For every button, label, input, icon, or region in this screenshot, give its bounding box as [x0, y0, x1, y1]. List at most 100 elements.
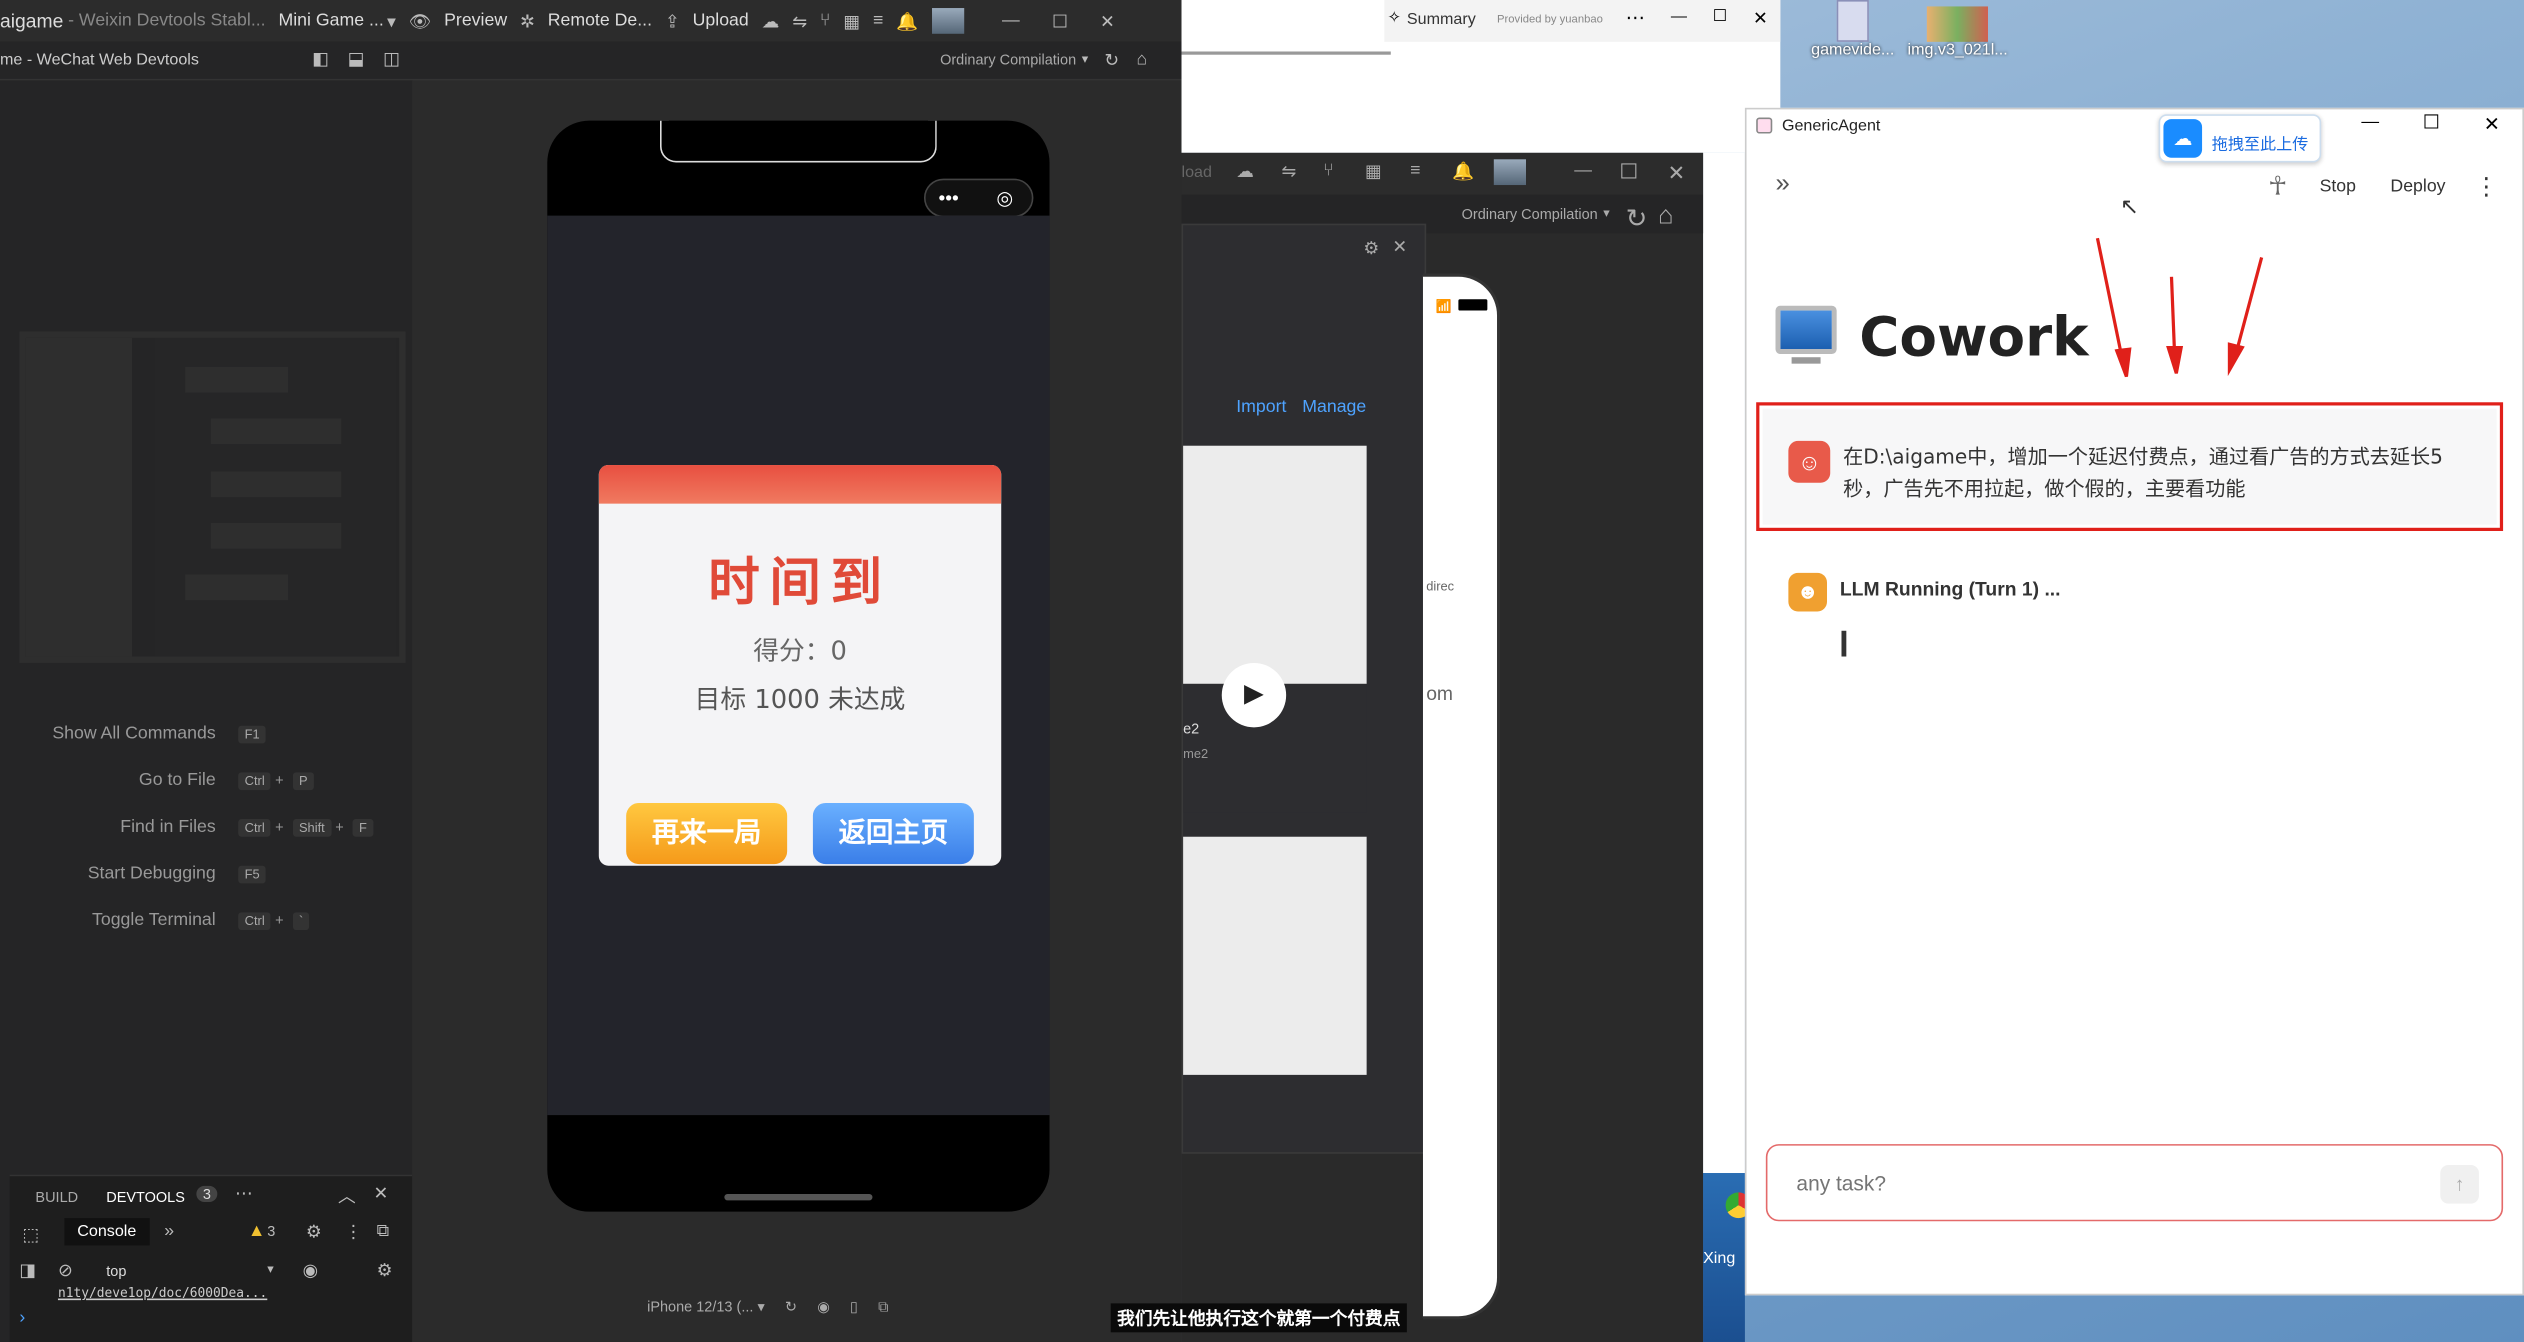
- avatar[interactable]: [1493, 159, 1526, 186]
- minimize-icon[interactable]: —: [2361, 113, 2379, 132]
- close-panel-icon[interactable]: ✕: [373, 1183, 388, 1203]
- cloud-icon[interactable]: ☁: [762, 10, 780, 31]
- highlight-box: ☺ 在D:\aigame中，增加一个延迟付费点，通过看广告的方式去延长5秒，广告…: [1756, 402, 2504, 532]
- split-toggle-icon[interactable]: ◫: [383, 48, 400, 69]
- maximize-icon[interactable]: ☐: [1713, 8, 1727, 26]
- swap-icon[interactable]: ⇋: [1281, 161, 1296, 182]
- command-item[interactable]: Go to File Ctrl + P: [0, 771, 402, 797]
- accessibility-icon[interactable]: ☥: [2268, 171, 2287, 203]
- sidebar-toggle-icon[interactable]: ◧: [312, 48, 329, 69]
- command-item[interactable]: Start Debugging F5: [0, 864, 402, 890]
- swap-icon[interactable]: ⇋: [792, 10, 807, 31]
- import-link[interactable]: Import: [1236, 397, 1286, 416]
- upload-drop-badge[interactable]: ☁ 拖拽至此上传: [2158, 114, 2322, 163]
- inspect-icon[interactable]: ⬚: [23, 1225, 40, 1245]
- minimize-icon[interactable]: —: [1671, 8, 1687, 26]
- project-card[interactable]: [1183, 836, 1367, 1075]
- console-log-line: n1ty/deve1op/doc/6000Dea...: [57, 1285, 268, 1301]
- project-card[interactable]: [1183, 445, 1367, 684]
- maximize-icon[interactable]: ☐: [2423, 111, 2440, 134]
- context-select[interactable]: top: [106, 1263, 126, 1279]
- command-shortcut: F5: [233, 864, 267, 884]
- command-item[interactable]: Find in Files Ctrl + Shift + F: [0, 817, 402, 843]
- popout-icon[interactable]: ⧉: [878, 1299, 888, 1315]
- device-select[interactable]: iPhone 12/13 (...: [647, 1299, 753, 1315]
- kebab-icon[interactable]: ⋮: [344, 1221, 362, 1242]
- rotate-icon[interactable]: ↻: [785, 1299, 797, 1315]
- record-icon[interactable]: ◉: [817, 1299, 830, 1315]
- window-title: aigame: [0, 9, 64, 33]
- close-miniprogram-icon[interactable]: ◎: [996, 180, 1013, 215]
- kebab-icon[interactable]: ⋮: [2474, 172, 2498, 201]
- chevron-right-double-icon[interactable]: »: [164, 1221, 174, 1240]
- maximize-icon[interactable]: ☐: [1619, 159, 1638, 185]
- remote-debug-button[interactable]: Remote De...: [548, 11, 652, 30]
- chevron-up-icon[interactable]: ︿: [338, 1183, 356, 1209]
- task-input-box[interactable]: ↑: [1765, 1144, 2504, 1222]
- title-separator: -: [68, 11, 75, 31]
- desktop-icon-gamevideo[interactable]: gamevide...: [1803, 0, 1903, 71]
- compilation-select[interactable]: Ordinary Compilation: [940, 51, 1076, 67]
- summary-tab[interactable]: Summary: [1407, 11, 1476, 29]
- bell-icon[interactable]: 🔔: [896, 10, 918, 31]
- score-text: 得分：0: [753, 635, 847, 667]
- block-icon[interactable]: ⊘: [58, 1260, 73, 1281]
- upload-button[interactable]: Upload: [693, 11, 749, 30]
- stop-button[interactable]: Stop: [2320, 177, 2356, 196]
- command-item[interactable]: Toggle Terminal Ctrl + `: [0, 911, 402, 937]
- phone-icon[interactable]: ▯: [850, 1299, 858, 1315]
- maximize-icon[interactable]: ☐: [1052, 10, 1068, 31]
- mode-select[interactable]: Mini Game ...: [278, 11, 383, 30]
- bell-icon[interactable]: 🔔: [1452, 161, 1474, 182]
- panel-toggle-icon[interactable]: ⬓: [348, 48, 365, 69]
- cloud-icon[interactable]: ☁: [1236, 161, 1254, 182]
- command-item[interactable]: Show All Commands F1: [0, 724, 402, 750]
- undock-icon[interactable]: ⧉: [377, 1221, 390, 1242]
- sidebar-icon[interactable]: ◨: [19, 1260, 36, 1281]
- more-icon[interactable]: ⋯: [1626, 6, 1645, 29]
- close-icon[interactable]: ✕: [1100, 10, 1115, 31]
- menu-icon[interactable]: ≡: [873, 11, 883, 30]
- tab-devtools[interactable]: DEVTOOLS: [106, 1189, 185, 1205]
- capsule-menu[interactable]: ••• ◎: [923, 178, 1034, 218]
- task-input[interactable]: [1796, 1164, 2409, 1201]
- deploy-button[interactable]: Deploy: [2390, 177, 2445, 196]
- send-icon[interactable]: ↑: [2440, 1164, 2479, 1204]
- branch-icon[interactable]: ⑂: [1323, 161, 1334, 180]
- close-icon[interactable]: ✕: [1392, 237, 1407, 257]
- more-dots-icon[interactable]: •••: [938, 180, 958, 215]
- layout-icon[interactable]: ▦: [843, 10, 860, 31]
- menu-icon[interactable]: ≡: [1410, 161, 1420, 180]
- clear-cache-icon[interactable]: ⌂: [1658, 203, 1674, 232]
- more-icon[interactable]: ⋯: [235, 1183, 253, 1203]
- minimize-icon[interactable]: —: [1002, 11, 1020, 30]
- preview-button[interactable]: Preview: [444, 11, 507, 30]
- close-icon[interactable]: ✕: [1753, 8, 1768, 29]
- layout-icon[interactable]: ▦: [1365, 161, 1382, 182]
- tab-build[interactable]: BUILD: [35, 1189, 78, 1205]
- play-icon[interactable]: ▶: [1221, 662, 1287, 728]
- gear-icon[interactable]: ⚙: [377, 1260, 393, 1281]
- key-cap: P: [292, 772, 314, 791]
- refresh-icon[interactable]: ↻: [1104, 50, 1119, 70]
- clear-cache-icon[interactable]: ⌂: [1136, 50, 1147, 69]
- command-shortcut: F1: [233, 724, 267, 744]
- expand-sidebar-icon[interactable]: »: [1775, 171, 1789, 200]
- refresh-icon[interactable]: ↻: [1626, 203, 1648, 235]
- compilation-select[interactable]: Ordinary Compilation: [1462, 206, 1598, 222]
- home-button[interactable]: 返回主页: [812, 802, 974, 865]
- gear-icon[interactable]: ⚙: [306, 1221, 322, 1242]
- desktop-icon-image[interactable]: img.v3_021l...: [1907, 0, 2008, 71]
- minimize-icon[interactable]: —: [1574, 161, 1592, 180]
- timeout-dialog: 时间到 得分：0 目标 1000 未达成 再来一局 返回主页: [598, 465, 1002, 866]
- close-icon[interactable]: ✕: [2484, 113, 2500, 136]
- gear-icon[interactable]: ⚙: [1363, 238, 1379, 259]
- eye-icon[interactable]: ◉: [303, 1260, 318, 1281]
- avatar[interactable]: [931, 8, 964, 34]
- close-icon[interactable]: ✕: [1668, 161, 1686, 187]
- retry-button[interactable]: 再来一局: [626, 802, 788, 865]
- branch-icon[interactable]: ⑂: [820, 11, 831, 30]
- warning-icon: ▲: [247, 1221, 266, 1241]
- tab-console[interactable]: Console: [64, 1218, 150, 1246]
- manage-link[interactable]: Manage: [1302, 397, 1366, 416]
